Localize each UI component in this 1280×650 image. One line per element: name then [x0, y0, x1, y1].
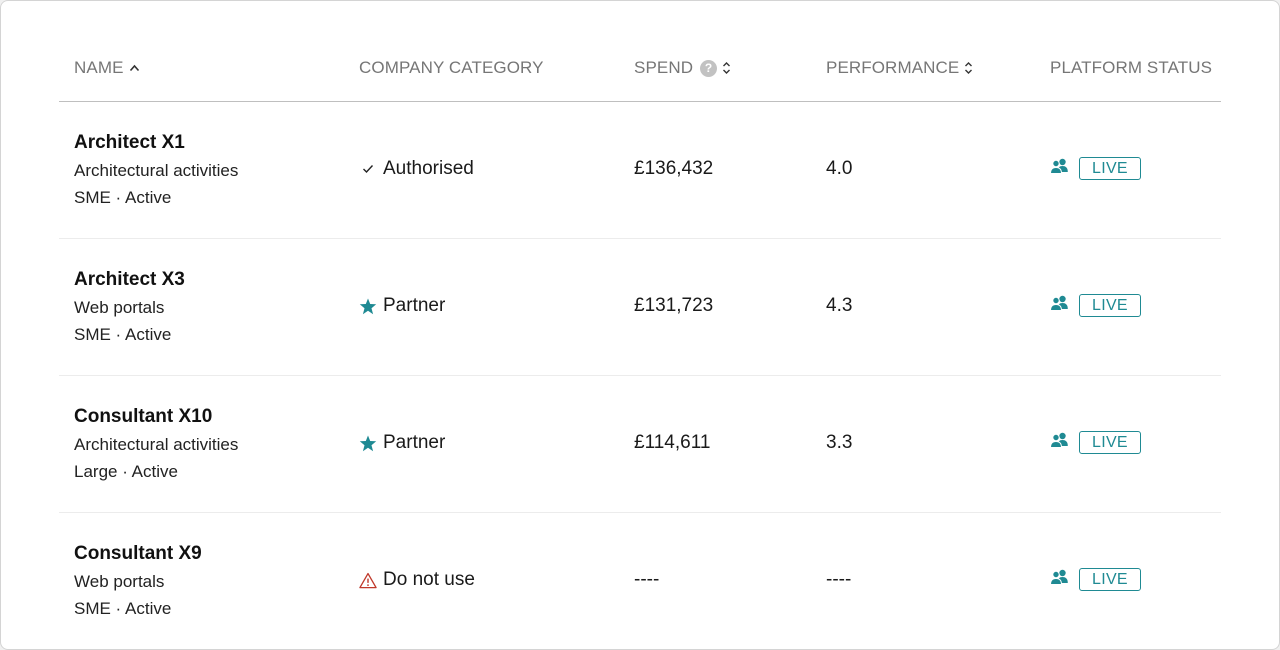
supplier-table: NAME COMPANY CATEGORY SPEND ? PERFORMANC…	[59, 1, 1221, 649]
company-category-cell: Do not use	[359, 569, 475, 591]
users-icon	[1049, 158, 1069, 179]
performance-value: 4.0	[826, 158, 853, 179]
table-row[interactable]: Architect X3 Web portals SME · Active Pa…	[59, 239, 1221, 376]
company-category-cell: Partner	[359, 295, 445, 317]
supplier-meta: SME · Active	[74, 325, 172, 344]
live-status-badge: LIVE	[1079, 568, 1141, 591]
performance-value: ----	[826, 569, 852, 590]
supplier-name[interactable]: Consultant X10	[74, 406, 238, 428]
supplier-meta: SME · Active	[74, 188, 172, 207]
spend-value: ----	[634, 569, 660, 590]
star-icon	[359, 298, 377, 315]
users-icon	[1049, 295, 1069, 316]
company-category-label: Partner	[383, 295, 446, 316]
table-header: NAME COMPANY CATEGORY SPEND ? PERFORMANC…	[59, 1, 1221, 102]
column-header-performance-label: PERFORMANCE	[826, 58, 960, 77]
table-row[interactable]: Consultant X9 Web portals SME · Active D…	[59, 513, 1221, 649]
supplier-activity: Architectural activities	[74, 161, 239, 180]
warning-icon	[359, 572, 377, 589]
company-category-label: Do not use	[383, 569, 475, 590]
live-status-badge: LIVE	[1079, 294, 1141, 317]
supplier-activity: Web portals	[74, 298, 165, 317]
supplier-name[interactable]: Architect X1	[74, 132, 238, 154]
sort-ascending-icon[interactable]	[129, 64, 140, 72]
supplier-name[interactable]: Architect X3	[74, 269, 185, 291]
company-category-cell: Partner	[359, 432, 445, 454]
column-header-performance[interactable]: PERFORMANCE	[826, 58, 973, 78]
spend-value: £131,723	[634, 295, 714, 316]
supplier-meta: SME · Active	[74, 599, 172, 618]
company-category-label: Authorised	[383, 158, 474, 179]
column-header-platform-status: PLATFORM STATUS	[1050, 58, 1212, 78]
star-icon	[359, 435, 377, 452]
column-header-company-category: COMPANY CATEGORY	[359, 58, 544, 78]
live-status-badge: LIVE	[1079, 157, 1141, 180]
supplier-name-cell: Architect X1 Architectural activities SM…	[74, 132, 238, 208]
column-header-status-label: PLATFORM STATUS	[1050, 58, 1213, 77]
supplier-name-cell: Architect X3 Web portals SME · Active	[74, 269, 185, 345]
sort-toggle-icon[interactable]	[964, 61, 973, 75]
users-icon	[1049, 569, 1069, 590]
column-header-name-label: NAME	[74, 58, 124, 77]
platform-status-cell: LIVE	[1049, 294, 1141, 317]
spend-value: £114,611	[634, 432, 711, 453]
supplier-name-cell: Consultant X9 Web portals SME · Active	[74, 543, 202, 619]
supplier-table-panel: NAME COMPANY CATEGORY SPEND ? PERFORMANC…	[0, 0, 1280, 650]
supplier-name[interactable]: Consultant X9	[74, 543, 202, 565]
spend-value: £136,432	[634, 158, 714, 179]
live-status-badge: LIVE	[1079, 431, 1141, 454]
sort-toggle-icon[interactable]	[722, 61, 731, 75]
table-row[interactable]: Consultant X10 Architectural activities …	[59, 376, 1221, 513]
company-category-cell: Authorised	[359, 158, 474, 180]
column-header-name[interactable]: NAME	[74, 58, 140, 78]
performance-value: 4.3	[826, 295, 853, 316]
users-icon	[1049, 432, 1069, 453]
performance-value: 3.3	[826, 432, 853, 453]
help-icon[interactable]: ?	[700, 59, 718, 77]
supplier-meta: Large · Active	[74, 462, 178, 481]
table-row[interactable]: Architect X1 Architectural activities SM…	[59, 102, 1221, 239]
platform-status-cell: LIVE	[1049, 157, 1141, 180]
check-icon	[359, 164, 377, 174]
platform-status-cell: LIVE	[1049, 431, 1141, 454]
supplier-activity: Web portals	[74, 572, 165, 591]
column-header-spend-label: SPEND	[634, 58, 694, 77]
column-header-category-label: COMPANY CATEGORY	[359, 58, 544, 77]
supplier-name-cell: Consultant X10 Architectural activities …	[74, 406, 238, 482]
column-header-spend[interactable]: SPEND ?	[634, 58, 731, 78]
company-category-label: Partner	[383, 432, 446, 453]
platform-status-cell: LIVE	[1049, 568, 1141, 591]
supplier-activity: Architectural activities	[74, 435, 239, 454]
